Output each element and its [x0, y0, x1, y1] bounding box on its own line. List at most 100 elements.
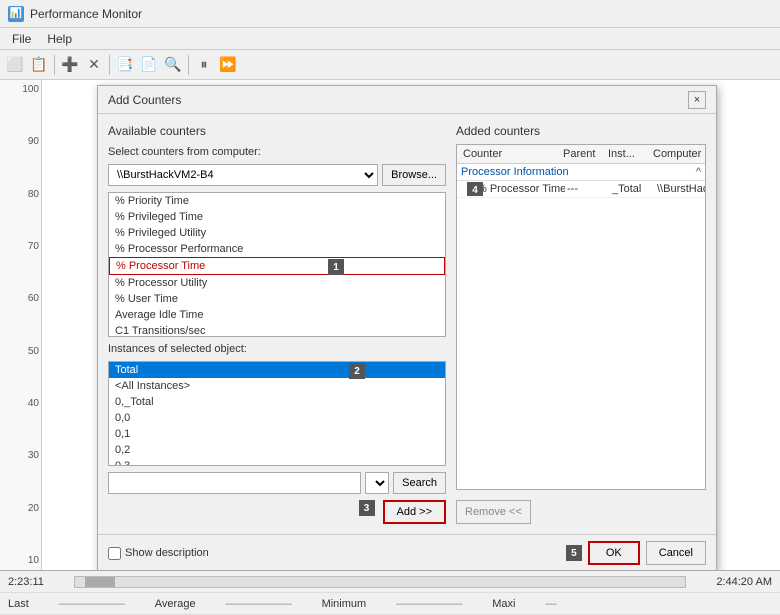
- ok-button[interactable]: OK: [588, 541, 640, 565]
- add-row: 3 Add >>: [108, 500, 446, 524]
- toolbar-btn-pause[interactable]: ⏸: [193, 54, 215, 76]
- axis-tick-40: 40: [28, 398, 39, 409]
- toolbar: ⬜ 📋 ➕ ✕ 📑 📄 🔍 ⏸ ⏩: [0, 50, 780, 80]
- search-type-select[interactable]: [365, 472, 389, 494]
- app-title: Performance Monitor: [30, 7, 142, 21]
- axis-tick-90: 90: [28, 136, 39, 147]
- toolbar-btn-paste[interactable]: 📄: [138, 54, 160, 76]
- toolbar-sep3: [188, 55, 189, 75]
- counter-processor-time[interactable]: % Processor Time 1: [109, 257, 445, 275]
- instance-total[interactable]: Total 2: [109, 362, 445, 378]
- step-badge-4: 4: [467, 182, 483, 196]
- time-left: 2:23:11: [8, 576, 44, 588]
- toolbar-sep1: [54, 55, 55, 75]
- scrollbar-thumb: [85, 577, 115, 587]
- step-badge-2: 2: [349, 363, 365, 379]
- axis-tick-100: 100: [22, 84, 39, 95]
- axis-tick-80: 80: [28, 189, 39, 200]
- col-computer: Computer: [651, 147, 706, 161]
- step-badge-3: 3: [359, 500, 375, 516]
- toolbar-btn-zoom[interactable]: 🔍: [162, 54, 184, 76]
- row-parent: ---: [565, 182, 610, 196]
- menu-bar: File Help: [0, 28, 780, 50]
- counter-avg-idle[interactable]: Average Idle Time: [109, 307, 445, 323]
- footer-buttons: 5 OK Cancel: [566, 541, 706, 565]
- counter-priority-time[interactable]: % Priority Time: [109, 193, 445, 209]
- computer-select[interactable]: \\BurstHackVM2-B4: [108, 164, 378, 186]
- toolbar-btn-new[interactable]: 📋: [28, 54, 50, 76]
- dialog-overlay: Add Counters × Available counters Select…: [42, 80, 780, 570]
- added-counters-label: Added counters: [456, 124, 706, 138]
- counter-group-processor-info: Processor Information ^: [457, 164, 705, 181]
- title-bar: 📊 Performance Monitor: [0, 0, 780, 28]
- instance-0-1[interactable]: 0,1: [109, 426, 445, 442]
- instance-0-3[interactable]: 0,3: [109, 458, 445, 466]
- app-icon: 📊: [8, 6, 24, 22]
- h-scrollbar[interactable]: [74, 576, 686, 588]
- instances-label: Instances of selected object:: [108, 343, 446, 355]
- axis-tick-10: 10: [28, 555, 39, 566]
- instance-0-2[interactable]: 0,2: [109, 442, 445, 458]
- bottom-bar: 2:23:11 2:44:20 AM Last —————— Average —…: [0, 570, 780, 615]
- counter-c1-transitions[interactable]: C1 Transitions/sec: [109, 323, 445, 337]
- counter-user-time[interactable]: % User Time: [109, 291, 445, 307]
- dialog-close-button[interactable]: ×: [688, 91, 706, 109]
- stat-minimum-label: Minimum: [322, 598, 367, 610]
- time-right: 2:44:20 AM: [716, 576, 772, 588]
- menu-file[interactable]: File: [4, 30, 39, 48]
- instances-list[interactable]: Total 2 <All Instances> 0,_Total 0,0 0,1…: [108, 361, 446, 466]
- axis-tick-20: 20: [28, 503, 39, 514]
- search-button[interactable]: Search: [393, 472, 446, 494]
- menu-help[interactable]: Help: [39, 30, 80, 48]
- table-row[interactable]: % Processor Time 4 --- _Total \\BurstHac…: [457, 181, 705, 198]
- remove-button[interactable]: Remove <<: [456, 500, 531, 524]
- instance-0-total[interactable]: 0,_Total: [109, 394, 445, 410]
- toolbar-btn-view[interactable]: ⬜: [4, 54, 26, 76]
- group-name: Processor Information: [461, 166, 569, 178]
- status-row: 2:23:11 2:44:20 AM: [0, 571, 780, 593]
- toolbar-btn-copy[interactable]: 📑: [114, 54, 136, 76]
- toolbar-sep2: [109, 55, 110, 75]
- content-area: 100 90 80 70 60 50 40 30 20 10 Add Count…: [0, 80, 780, 570]
- cancel-button[interactable]: Cancel: [646, 541, 706, 565]
- search-input[interactable]: [108, 472, 361, 494]
- counter-privileged-utility[interactable]: % Privileged Utility: [109, 225, 445, 241]
- stat-maximum-label: Maxi: [492, 598, 515, 610]
- dialog-body: Available counters Select counters from …: [98, 114, 716, 534]
- axis-tick-50: 50: [28, 346, 39, 357]
- dialog-title: Add Counters: [108, 93, 181, 107]
- counter-processor-performance[interactable]: % Processor Performance: [109, 241, 445, 257]
- browse-button[interactable]: Browse...: [382, 164, 446, 186]
- right-panel: Added counters Counter Parent Inst... Co…: [456, 124, 706, 524]
- computer-select-row: \\BurstHackVM2-B4 Browse...: [108, 164, 446, 186]
- instance-all[interactable]: <All Instances>: [109, 378, 445, 394]
- instance-0-0[interactable]: 0,0: [109, 410, 445, 426]
- row-computer: \\BurstHackV...: [655, 182, 706, 196]
- available-counters-label: Available counters: [108, 124, 446, 138]
- counters-table[interactable]: Counter Parent Inst... Computer Processo…: [456, 144, 706, 490]
- show-description-checkbox[interactable]: Show description: [108, 547, 209, 560]
- col-instance: Inst...: [606, 147, 651, 161]
- row-instance: _Total: [610, 182, 655, 196]
- row-counter: % Processor Time 4: [465, 182, 565, 196]
- search-row: Search: [108, 472, 446, 494]
- step-badge-1: 1: [328, 259, 344, 275]
- show-description-check[interactable]: [108, 547, 121, 560]
- toolbar-btn-next[interactable]: ⏩: [217, 54, 239, 76]
- y-axis: 100 90 80 70 60 50 40 30 20 10: [0, 80, 42, 570]
- counters-list[interactable]: % Priority Time % Privileged Time % Priv…: [108, 192, 446, 337]
- add-counters-dialog: Add Counters × Available counters Select…: [97, 85, 717, 570]
- toolbar-btn-delete[interactable]: ✕: [83, 54, 105, 76]
- toolbar-btn-add[interactable]: ➕: [59, 54, 81, 76]
- counter-privileged-time[interactable]: % Privileged Time: [109, 209, 445, 225]
- group-arrow: ^: [696, 166, 701, 178]
- step-badge-5: 5: [566, 545, 582, 561]
- add-button[interactable]: Add >>: [383, 500, 446, 524]
- stat-average-label: Average: [155, 598, 196, 610]
- counter-processor-utility[interactable]: % Processor Utility: [109, 275, 445, 291]
- dialog-title-bar: Add Counters ×: [98, 86, 716, 114]
- left-panel: Available counters Select counters from …: [108, 124, 446, 524]
- chart-area: Add Counters × Available counters Select…: [42, 80, 780, 570]
- show-description-label: Show description: [125, 547, 209, 559]
- select-from-label: Select counters from computer:: [108, 146, 446, 158]
